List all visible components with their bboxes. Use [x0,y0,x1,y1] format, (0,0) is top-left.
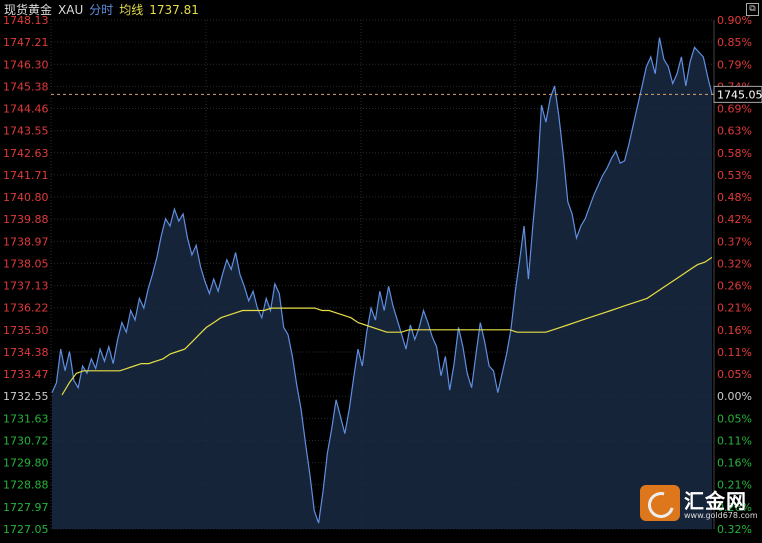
y-tick-label-left: 1731.63 [3,412,49,425]
y-tick-label-left: 1743.55 [3,125,49,138]
y-tick-label-right: 0.11% [717,434,752,447]
y-tick-label-left: 1729.80 [3,457,49,470]
y-tick-label-left: 1732.55 [3,390,49,403]
ma-value: 1737.81 [149,3,199,17]
y-tick-label-left: 1733.47 [3,368,49,381]
gold678-logo-icon [640,485,680,523]
y-tick-label-left: 1740.80 [3,191,49,204]
y-tick-label-right: 0.85% [717,36,752,49]
y-tick-label-left: 1734.38 [3,346,49,359]
y-tick-label-right: 0.26% [717,280,752,293]
y-tick-label-left: 1741.71 [3,169,49,182]
ma-label: 均线 [119,3,144,17]
chart-header: 现货黄金 XAU 分时 均线 1737.81 [4,2,205,18]
watermark-brand: 汇金网 [684,489,747,513]
y-tick-label-left: 1742.63 [3,147,49,160]
y-tick-label-right: 0.69% [717,103,752,116]
y-tick-label-right: 0.42% [717,213,752,226]
y-tick-label-left: 1730.72 [3,434,49,447]
y-tick-label-right: 0.53% [717,169,752,182]
y-tick-label-right: 0.16% [717,457,752,470]
y-tick-label-right: 0.00% [717,390,752,403]
y-tick-label-right: 0.58% [717,147,752,160]
y-tick-label-left: 1739.88 [3,213,49,226]
current-price-label: 1745.05 [717,88,762,101]
y-tick-label-left: 1736.22 [3,302,49,315]
y-tick-label-left: 1745.38 [3,80,49,93]
y-tick-label-left: 1737.13 [3,280,49,293]
y-tick-label-right: 0.21% [717,302,752,315]
y-tick-label-left: 1728.88 [3,479,49,492]
instrument-symbol: XAU [58,3,84,17]
y-tick-label-right: 0.11% [717,346,752,359]
y-tick-label-left: 1738.97 [3,235,49,248]
y-tick-label-right: 0.32% [717,523,752,536]
y-tick-label-left: 1727.97 [3,501,49,514]
y-tick-label-right: 0.63% [717,125,752,138]
instrument-name: 现货黄金 [4,3,53,17]
y-tick-label-left: 1738.05 [3,257,49,270]
y-tick-label-right: 0.79% [717,58,752,71]
y-tick-label-left: 1727.05 [3,523,49,536]
y-tick-label-left: 1746.30 [3,58,49,71]
y-tick-label-left: 1735.30 [3,324,49,337]
price-area-fill [52,37,712,529]
restore-window-icon[interactable]: ⧉ [746,3,759,16]
y-tick-label-right: 0.32% [717,257,752,270]
watermark-url: www.gold678.com [684,511,758,520]
y-tick-label-right: 0.16% [717,324,752,337]
y-tick-label-right: 0.37% [717,235,752,248]
y-tick-label-left: 1747.21 [3,36,49,49]
y-tick-label-right: 0.48% [717,191,752,204]
y-tick-label-left: 1744.46 [3,103,49,116]
y-tick-label-right: 0.05% [717,368,752,381]
price-chart[interactable]: 1748.13 0.90%1747.21 0.85%1746.30 0.79%1745… [0,0,762,543]
chart-mode[interactable]: 分时 [89,3,113,17]
y-tick-label-right: 0.05% [717,412,752,425]
